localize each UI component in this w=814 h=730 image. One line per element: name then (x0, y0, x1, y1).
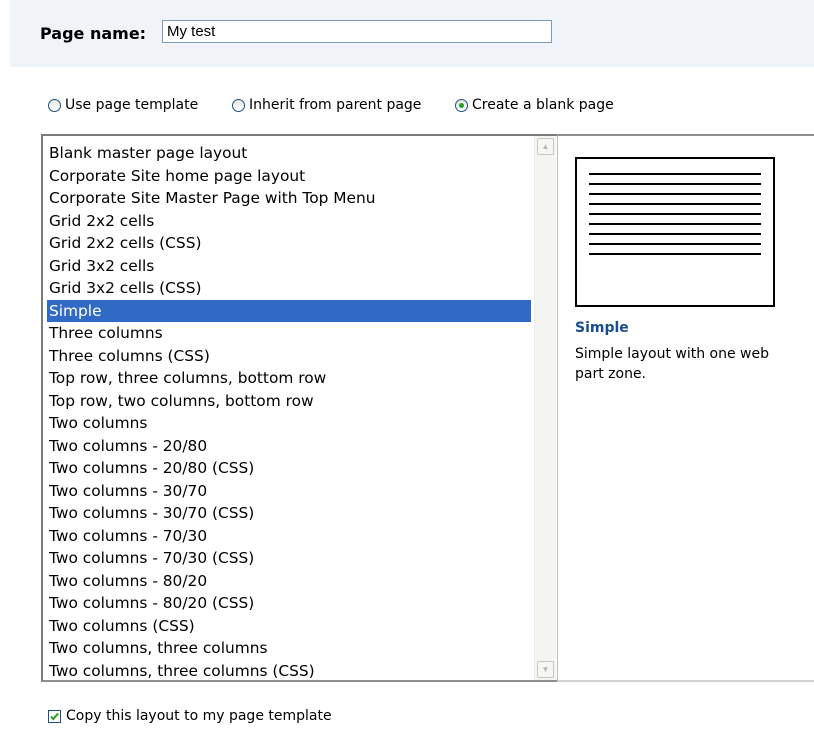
list-item[interactable]: Corporate Site home page layout (47, 165, 531, 188)
radio-icon[interactable] (48, 98, 61, 112)
list-item[interactable]: Grid 2x2 cells (CSS) (47, 232, 531, 255)
page-name-label: Page name: (40, 24, 147, 43)
radio-label: Inherit from parent page (249, 97, 422, 113)
checkbox-checked-icon[interactable] (48, 709, 61, 723)
list-item[interactable]: Two columns - 70/30 (47, 525, 531, 548)
thumbnail-line (589, 233, 761, 235)
list-item[interactable]: Two columns - 20/80 (CSS) (47, 457, 531, 480)
list-item[interactable]: Top row, three columns, bottom row (47, 367, 531, 390)
thumbnail-line (589, 213, 761, 215)
layout-preview-panel: Simple Simple layout with one web part z… (557, 134, 814, 682)
radio-icon[interactable] (232, 98, 245, 112)
list-item[interactable]: Grid 3x2 cells (47, 255, 531, 278)
radio-inherit-from-parent[interactable]: Inherit from parent page (232, 97, 421, 113)
list-item[interactable]: Three columns (47, 322, 531, 345)
layout-thumbnail (575, 157, 775, 307)
preview-title: Simple (575, 320, 629, 336)
radio-label: Use page template (65, 97, 199, 113)
thumbnail-line (589, 203, 761, 205)
list-item[interactable]: Two columns - 70/30 (CSS) (47, 547, 531, 570)
preview-description: Simple layout with one web part zone. (575, 346, 769, 382)
list-item[interactable]: Grid 2x2 cells (47, 210, 531, 233)
list-item-selected[interactable]: Simple (47, 299, 531, 322)
thumbnail-line (589, 183, 761, 185)
list-item[interactable]: Two columns - 80/20 (CSS) (47, 592, 531, 615)
radio-selected-icon[interactable] (455, 98, 468, 112)
radio-label: Create a blank page (472, 97, 614, 113)
page-name-input[interactable] (162, 20, 552, 43)
copy-layout-option[interactable]: Copy this layout to my page template (48, 708, 332, 724)
list-item[interactable]: Two columns (47, 412, 531, 435)
radio-use-page-template[interactable]: Use page template (48, 97, 198, 113)
thumbnail-line (589, 253, 761, 255)
list-item[interactable]: Two columns, three columns (47, 637, 531, 660)
list-item[interactable]: Two columns - 30/70 (CSS) (47, 502, 531, 525)
list-item[interactable]: Two columns (CSS) (47, 615, 531, 638)
list-item[interactable]: Corporate Site Master Page with Top Menu (47, 187, 531, 210)
list-item[interactable]: Two columns, three columns (CSS) (47, 660, 531, 683)
radio-create-blank-page[interactable]: Create a blank page (455, 97, 614, 113)
list-item[interactable]: Two columns - 30/70 (47, 480, 531, 503)
scroll-up-icon[interactable]: ▲ (537, 138, 554, 155)
scroll-down-icon[interactable]: ▼ (537, 661, 554, 678)
list-item[interactable]: Two columns - 20/80 (47, 435, 531, 458)
list-item[interactable]: Two columns - 80/20 (47, 570, 531, 593)
layout-listbox[interactable]: Blank master page layout Corporate Site h… (41, 134, 557, 682)
list-item[interactable]: Grid 3x2 cells (CSS) (47, 277, 531, 300)
thumbnail-line (589, 193, 761, 195)
layout-list: Blank master page layout Corporate Site h… (47, 142, 531, 682)
list-item[interactable]: Blank master page layout (47, 142, 531, 165)
copy-layout-label: Copy this layout to my page template (66, 708, 332, 724)
list-item[interactable]: Top row, two columns, bottom row (47, 390, 531, 413)
list-item[interactable]: Three columns (CSS) (47, 345, 531, 368)
listbox-scrollbar[interactable]: ▲ ▼ (534, 136, 556, 680)
thumbnail-line (589, 223, 761, 225)
thumbnail-line (589, 243, 761, 245)
thumbnail-line (589, 173, 761, 175)
